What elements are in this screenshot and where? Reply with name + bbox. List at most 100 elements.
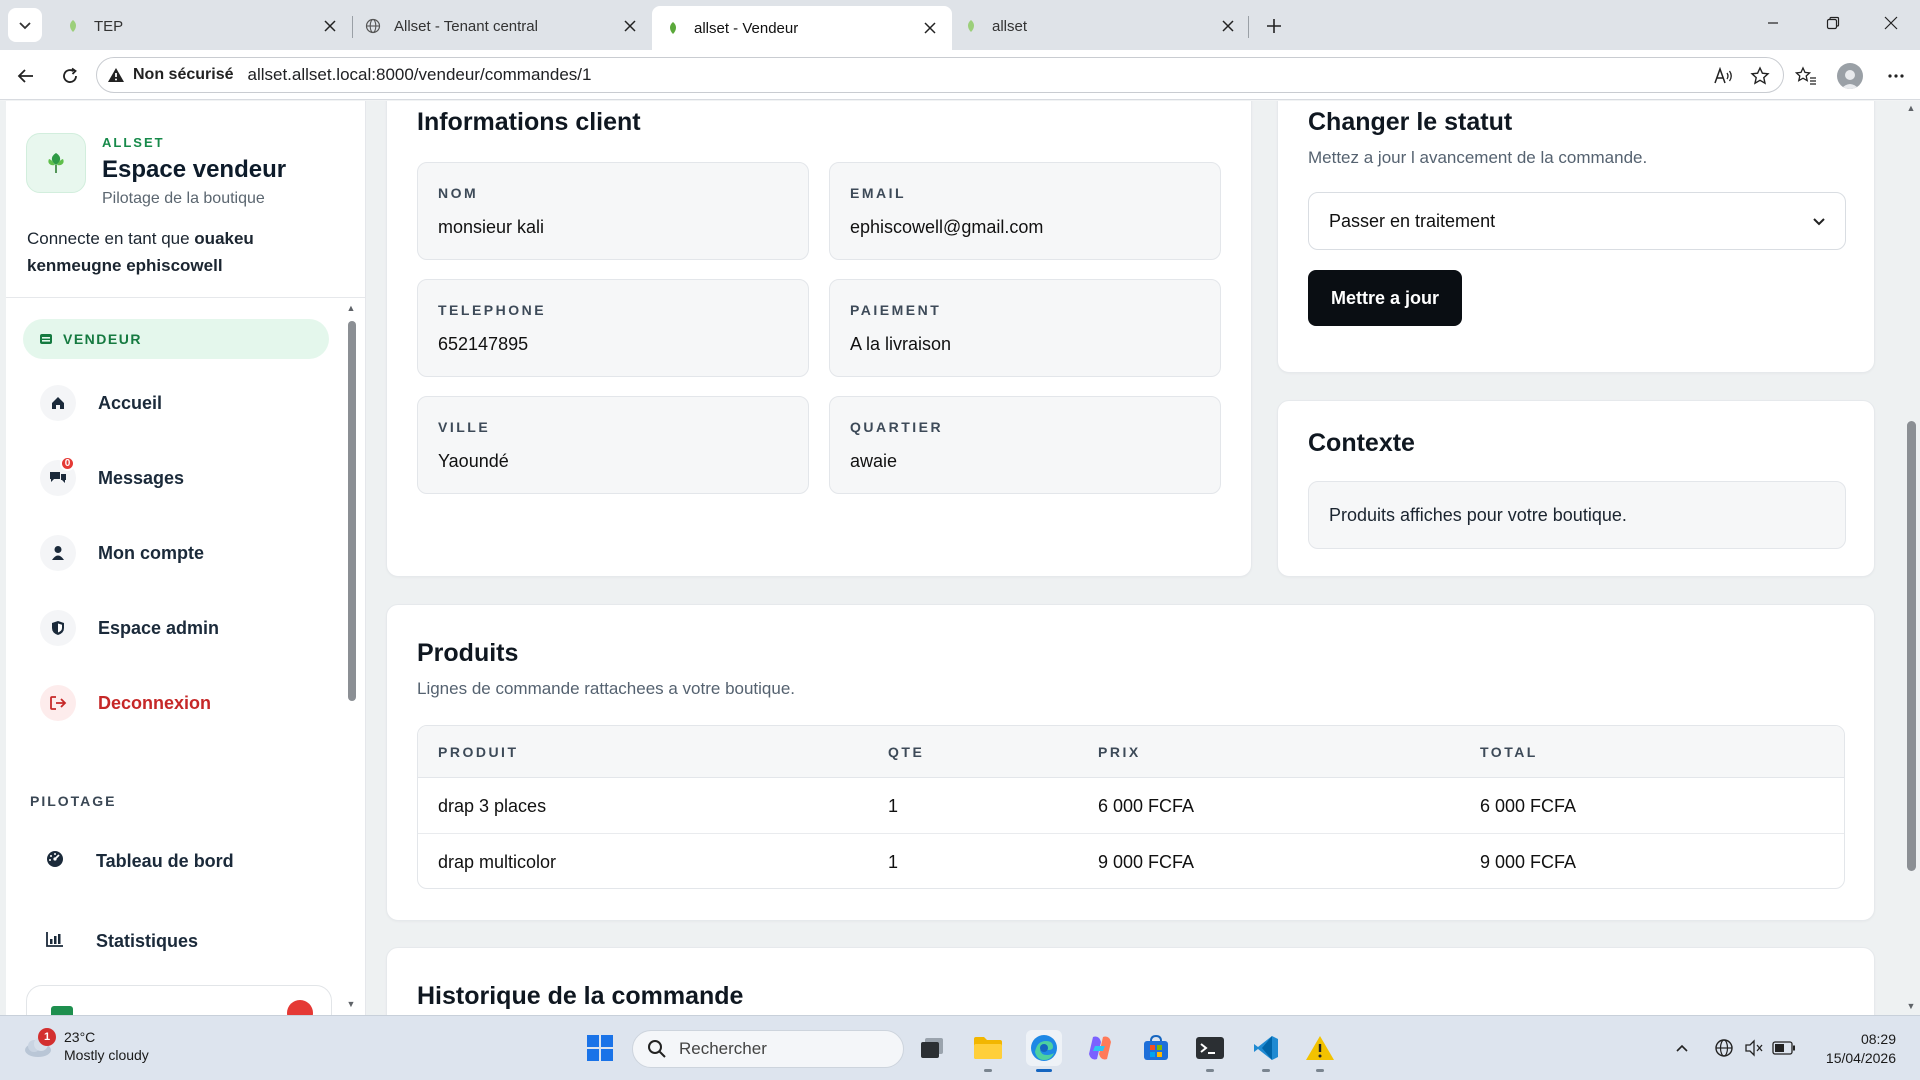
volume-button[interactable] xyxy=(1742,1036,1766,1060)
scrollbar-thumb[interactable] xyxy=(1907,421,1916,871)
reload-button[interactable] xyxy=(54,60,86,92)
arrow-left-icon xyxy=(17,69,33,83)
url-text: allset.allset.local:8000/vendeur/command… xyxy=(247,65,592,84)
sidebar-item-tableau-de-bord[interactable]: Tableau de bord xyxy=(46,841,234,881)
scroll-up-arrow-icon[interactable]: ▲ xyxy=(345,303,357,315)
products-subtitle: Lignes de commande rattachees a votre bo… xyxy=(417,679,796,698)
taskbar-search[interactable]: Rechercher xyxy=(632,1030,904,1068)
network-button[interactable] xyxy=(1712,1036,1736,1060)
role-label: VENDEUR xyxy=(63,331,142,347)
status-title: Changer le statut xyxy=(1308,108,1513,136)
read-aloud-button[interactable] xyxy=(1709,58,1739,94)
sidebar-item-label: Accueil xyxy=(98,392,163,413)
favorites-icon xyxy=(1795,66,1816,85)
tab-actions-menu-button[interactable] xyxy=(8,8,42,42)
windows-taskbar: 1 23°C Mostly cloudy Rechercher 08:29 15… xyxy=(0,1015,1920,1080)
minimize-button[interactable] xyxy=(1750,8,1796,38)
sidebar-item-statistiques[interactable]: Statistiques xyxy=(46,921,198,961)
role-badge[interactable]: VENDEUR xyxy=(23,319,329,359)
close-icon[interactable] xyxy=(620,16,640,36)
battery-button[interactable] xyxy=(1772,1036,1796,1060)
field-label: QUARTIER xyxy=(850,419,944,435)
weather-widget[interactable]: 1 23°C Mostly cloudy xyxy=(22,1028,149,1064)
scroll-up-arrow-icon[interactable]: ▲ xyxy=(1905,103,1917,115)
scroll-down-arrow-icon[interactable]: ▼ xyxy=(345,999,357,1011)
browser-tab-active[interactable]: allset - Vendeur xyxy=(652,6,952,50)
leaf-logo-icon xyxy=(48,153,64,173)
client-field-nom: NOM monsieur kali xyxy=(417,162,809,260)
leaf-icon xyxy=(664,19,682,37)
status-card: Changer le statut Mettez a jour l avance… xyxy=(1277,101,1875,373)
store-icon xyxy=(51,1006,73,1015)
close-icon[interactable] xyxy=(1218,16,1238,36)
store-icon xyxy=(40,334,52,344)
copilot-button[interactable] xyxy=(1082,1030,1118,1066)
sidebar-item-accueil[interactable]: Accueil xyxy=(40,381,320,425)
new-tab-button[interactable] xyxy=(1258,10,1290,42)
close-icon[interactable] xyxy=(920,18,940,38)
column-header-produit: PRODUIT xyxy=(438,744,519,760)
sidebar-scrollbar[interactable]: ▲ ▼ xyxy=(345,303,357,1011)
scrollbar-thumb[interactable] xyxy=(348,321,356,701)
sidebar-item-label: Espace admin xyxy=(98,617,220,638)
field-label: PAIEMENT xyxy=(850,302,942,318)
restore-button[interactable] xyxy=(1810,8,1856,38)
update-status-button[interactable]: Mettre a jour xyxy=(1308,270,1462,326)
brand-title: Espace vendeur xyxy=(102,156,287,183)
sidebar-section-title: PILOTAGE xyxy=(30,793,117,809)
address-bar-input[interactable]: Non sécurisé allset.allset.local:8000/ve… xyxy=(96,57,1784,93)
cell-prix: 9 000 FCFA xyxy=(1098,852,1195,872)
vscode-icon xyxy=(1254,1036,1278,1060)
security-status[interactable]: Non sécurisé xyxy=(133,66,233,84)
client-field-ville: VILLE Yaoundé xyxy=(417,396,809,494)
plus-icon xyxy=(1267,19,1281,33)
products-table: PRODUIT QTE PRIX TOTAL drap 3 places 1 6… xyxy=(417,725,1845,889)
sidebar-item-espace-admin[interactable]: Espace admin xyxy=(40,606,320,650)
running-indicator xyxy=(1262,1069,1270,1072)
reload-icon xyxy=(63,67,77,83)
status-select[interactable]: Passer en traitement xyxy=(1308,192,1846,250)
notification-badge xyxy=(287,1000,313,1015)
client-info-title: Informations client xyxy=(417,108,641,136)
running-indicator xyxy=(1036,1069,1052,1072)
system-clock[interactable]: 08:29 15/04/2026 xyxy=(1810,1030,1896,1068)
tab-title: Allset - Tenant central xyxy=(394,17,538,35)
sidebar-item-messages[interactable]: 0 Messages xyxy=(40,456,320,500)
favorite-button[interactable] xyxy=(1745,58,1775,94)
globe-icon xyxy=(364,17,382,35)
profile-button[interactable] xyxy=(1834,60,1866,92)
avatar xyxy=(1837,63,1863,89)
terminal-button[interactable] xyxy=(1192,1030,1228,1072)
table-row: drap multicolor 1 9 000 FCFA 9 000 FCFA xyxy=(418,834,1844,888)
sidebar-item-deconnexion[interactable]: Deconnexion xyxy=(40,681,320,725)
edge-taskbar-button[interactable] xyxy=(1026,1030,1062,1072)
field-value: 652147895 xyxy=(438,334,529,354)
sidebar-item-mon-compte[interactable]: Mon compte xyxy=(40,531,320,575)
cell-qte: 1 xyxy=(888,796,899,816)
show-hidden-icons-button[interactable] xyxy=(1670,1036,1694,1060)
running-indicator xyxy=(1316,1069,1324,1072)
start-button[interactable] xyxy=(582,1030,618,1066)
browser-tab[interactable]: Allset - Tenant central xyxy=(352,6,652,46)
sidebar-next-item[interactable] xyxy=(26,985,332,1015)
browser-menu-button[interactable] xyxy=(1880,60,1912,92)
clock-date: 15/04/2026 xyxy=(1825,1050,1896,1066)
browser-tab[interactable]: TEP xyxy=(52,6,352,46)
context-title: Contexte xyxy=(1308,429,1415,457)
page-scrollbar[interactable]: ▲ ▼ xyxy=(1904,101,1918,1015)
task-view-button[interactable] xyxy=(914,1030,950,1066)
file-explorer-button[interactable] xyxy=(970,1030,1006,1072)
client-field-email: EMAIL ephiscowell@gmail.com xyxy=(829,162,1221,260)
close-icon[interactable] xyxy=(320,16,340,36)
vscode-button[interactable] xyxy=(1248,1030,1284,1072)
browser-tab[interactable]: allset xyxy=(950,6,1250,46)
favorites-button[interactable] xyxy=(1790,60,1822,92)
back-button[interactable] xyxy=(10,60,42,92)
close-window-button[interactable] xyxy=(1868,8,1914,38)
connected-prefix: Connecte en tant que xyxy=(27,229,195,248)
warning-app-button[interactable] xyxy=(1302,1030,1338,1072)
store-button[interactable] xyxy=(1138,1030,1174,1066)
cell-total: 6 000 FCFA xyxy=(1480,796,1577,816)
scroll-down-arrow-icon[interactable]: ▼ xyxy=(1905,1001,1917,1013)
search-icon xyxy=(648,1040,666,1058)
